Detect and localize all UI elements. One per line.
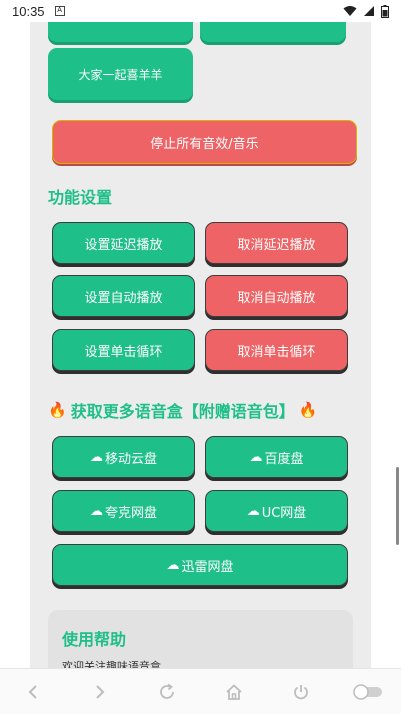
function-settings-title: 功能设置 [48, 188, 113, 207]
status-time: 10:35 [12, 3, 45, 19]
link-label: UC网盘 [261, 505, 307, 521]
scrollbar[interactable] [396, 467, 399, 545]
stop-all-button[interactable]: 停止所有音效/音乐 [52, 120, 357, 164]
help-title: 使用帮助 [62, 630, 127, 649]
help-text: 欢迎关注趣味语音盒 [62, 660, 161, 668]
link-label: 迅雷网盘 [181, 559, 234, 575]
fire-icon: 🔥 [298, 401, 318, 419]
signal-icon [364, 6, 374, 16]
cancel-delay-play-button[interactable]: 取消延迟播放 [205, 222, 348, 264]
cloud-icon: ☁ [246, 503, 260, 519]
power-icon[interactable] [281, 672, 321, 712]
more-boxes-title: 获取更多语音盒【附赠语音包】 [70, 402, 295, 421]
set-auto-play-button[interactable]: 设置自动播放 [52, 275, 195, 317]
cloud-icon: ☁ [89, 503, 103, 519]
partial-voice-button-left[interactable] [48, 22, 193, 42]
cancel-auto-play-button[interactable]: 取消自动播放 [205, 275, 348, 317]
link-xunlei-button[interactable]: ☁ 迅雷网盘 [52, 544, 348, 586]
cloud-icon: ☁ [166, 557, 180, 573]
help-card: 使用帮助 欢迎关注趣味语音盒 [48, 610, 353, 668]
forward-icon[interactable] [80, 672, 120, 712]
link-uc-button[interactable]: ☁ UC网盘 [205, 490, 348, 532]
partial-voice-button-right[interactable] [200, 22, 346, 42]
link-label: 移动云盘 [104, 451, 157, 467]
link-mobile-cloud-button[interactable]: ☁ 移动云盘 [52, 436, 195, 478]
link-quark-button[interactable]: ☁ 夸克网盘 [52, 490, 195, 532]
cloud-icon: ☁ [89, 449, 103, 465]
link-label: 夸克网盘 [104, 505, 157, 521]
app-content: 大家一起喜羊羊 停止所有音效/音乐 功能设置 设置延迟播放 取消延迟播放 设置自… [0, 22, 401, 668]
link-label: 百度盘 [264, 451, 304, 467]
toggle-icon[interactable] [348, 672, 388, 712]
status-icons [343, 4, 389, 18]
wifi-icon [343, 6, 357, 16]
home-icon[interactable] [214, 672, 254, 712]
bottom-nav [0, 668, 401, 714]
sheep-voice-button[interactable]: 大家一起喜羊羊 [48, 48, 193, 100]
refresh-icon[interactable] [147, 672, 187, 712]
cloud-icon: ☁ [249, 449, 263, 465]
set-delay-play-button[interactable]: 设置延迟播放 [52, 222, 195, 264]
notification-icon: A [54, 6, 65, 16]
cancel-click-loop-button[interactable]: 取消单击循环 [205, 329, 348, 371]
fire-icon: 🔥 [48, 401, 67, 419]
status-bar: 10:35 A [0, 0, 401, 22]
set-click-loop-button[interactable]: 设置单击循环 [52, 329, 195, 371]
link-baidu-button[interactable]: ☁ 百度盘 [205, 436, 348, 478]
back-icon[interactable] [13, 672, 53, 712]
more-boxes-header: 🔥 获取更多语音盒【附赠语音包】 🔥 [48, 398, 317, 422]
battery-icon [381, 4, 389, 18]
